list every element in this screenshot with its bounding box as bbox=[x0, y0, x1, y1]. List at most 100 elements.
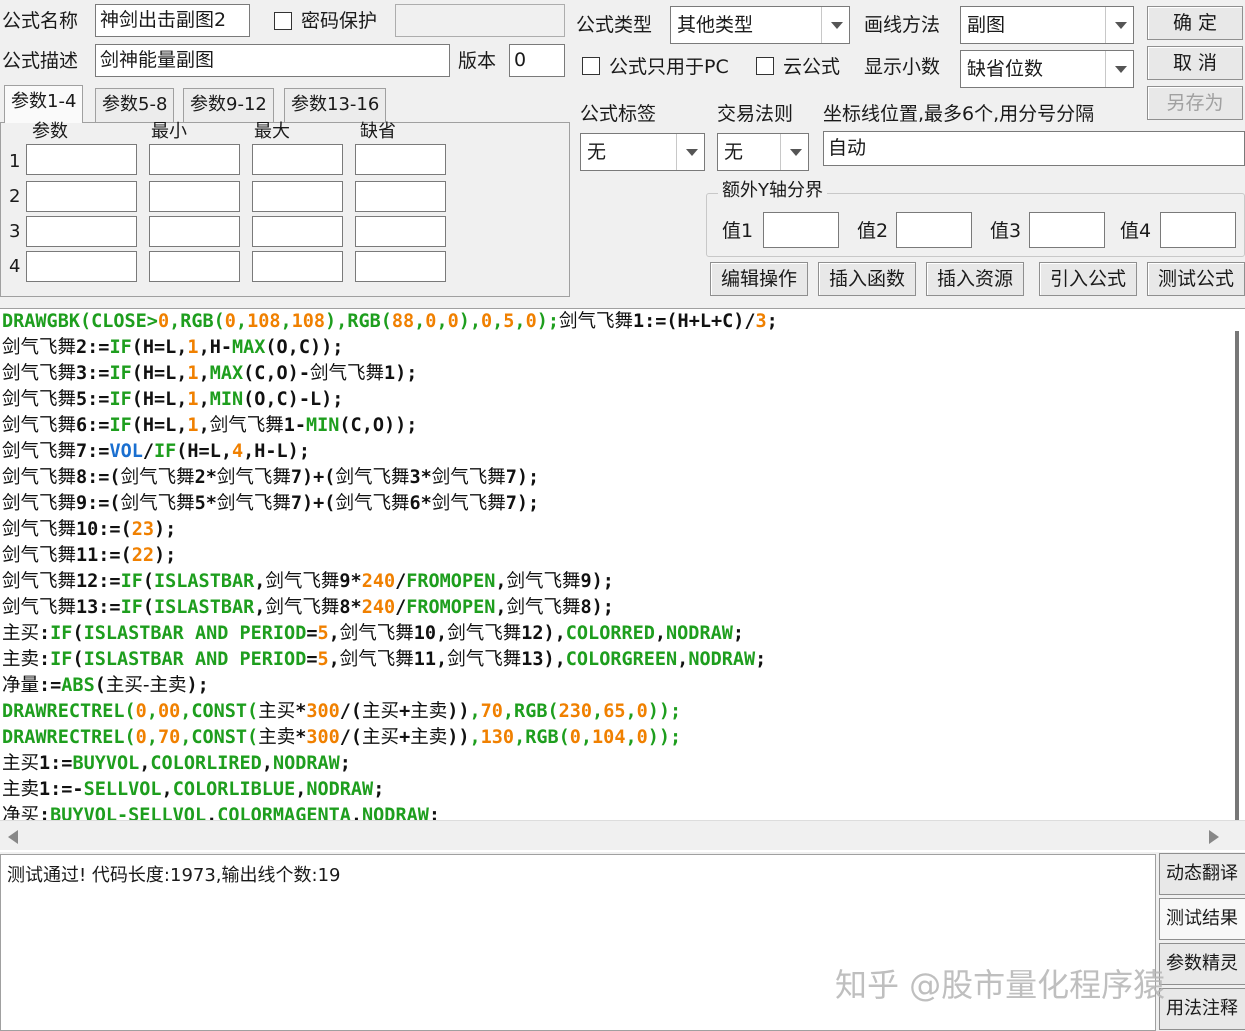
param-max-input[interactable] bbox=[252, 251, 343, 282]
code-token: , bbox=[139, 753, 151, 774]
param-name-input[interactable] bbox=[26, 181, 137, 212]
code-token: ( bbox=[142, 597, 154, 618]
tab-params-1-4[interactable]: 参数1-4 bbox=[4, 85, 84, 123]
code-line[interactable]: 剑气飞舞2:=IF(H=L,1,H-MAX(O,C)); bbox=[2, 335, 778, 361]
code-line[interactable]: DRAWRECTREL(0,00,CONST(主买*300/(主买+主卖)),7… bbox=[2, 699, 778, 725]
tab-params-9-12[interactable]: 参数9-12 bbox=[183, 88, 274, 122]
code-line[interactable]: 剑气飞舞12:=IF(ISLASTBAR,剑气飞舞9*240/FROMOPEN,… bbox=[2, 569, 778, 595]
param-min-input[interactable] bbox=[149, 216, 240, 247]
code-line[interactable]: 主卖:IF(ISLASTBAR AND PERIOD=5,剑气飞舞11,剑气飞舞… bbox=[2, 647, 778, 673]
insert-function-button[interactable]: 插入函数 bbox=[818, 262, 916, 296]
code-token: 300 bbox=[306, 727, 340, 748]
param-max-input[interactable] bbox=[252, 181, 343, 212]
code-token: ISLASTBAR AND PERIOD bbox=[83, 649, 307, 670]
usage-notes-button[interactable]: 用法注释 bbox=[1159, 988, 1245, 1030]
code-token: 剑气飞舞 bbox=[120, 467, 195, 488]
param-max-input[interactable] bbox=[252, 216, 343, 247]
param-wizard-button[interactable]: 参数精灵 bbox=[1159, 943, 1245, 985]
code-token: 剑气飞舞 bbox=[506, 597, 581, 618]
param-min-input[interactable] bbox=[149, 181, 240, 212]
code-line[interactable]: 主买1:=BUYVOL,COLORLIRED,NODRAW; bbox=[2, 751, 778, 777]
code-line[interactable]: DRAWGBK(CLOSE>0,RGB(0,108,108),RGB(88,0,… bbox=[2, 309, 778, 335]
value2-input[interactable] bbox=[896, 212, 972, 248]
param-name-input[interactable] bbox=[26, 251, 137, 282]
chevron-down-icon[interactable] bbox=[676, 134, 704, 170]
value1-input[interactable] bbox=[763, 212, 839, 248]
code-line[interactable]: 剑气飞舞13:=IF(ISLASTBAR,剑气飞舞8*240/FROMOPEN,… bbox=[2, 595, 778, 621]
axis-position-input[interactable]: 自动 bbox=[823, 131, 1245, 166]
vertical-scrollbar[interactable] bbox=[1235, 331, 1239, 821]
scroll-left-icon[interactable] bbox=[8, 830, 18, 844]
code-line[interactable]: 主卖1:=-SELLVOL,COLORLIBLUE,NODRAW; bbox=[2, 777, 778, 803]
param-max-input[interactable] bbox=[252, 144, 343, 175]
code-token: = bbox=[306, 649, 318, 670]
decimal-select[interactable]: 缺省位数 bbox=[960, 50, 1134, 88]
code-token: 剑气飞舞 bbox=[216, 493, 291, 514]
code-line[interactable]: 剑气飞舞8:=(剑气飞舞2*剑气飞舞7)+(剑气飞舞3*剑气飞舞7); bbox=[2, 465, 778, 491]
test-result-button[interactable]: 测试结果 bbox=[1159, 898, 1245, 940]
chevron-down-icon[interactable] bbox=[1105, 7, 1133, 43]
formula-name-label: 公式名称 bbox=[2, 10, 79, 32]
cloud-checkbox[interactable] bbox=[756, 57, 774, 75]
save-as-button[interactable]: 另存为 bbox=[1147, 86, 1243, 120]
formula-desc-input[interactable]: 剑神能量副图 bbox=[95, 44, 450, 77]
param-default-input[interactable] bbox=[355, 181, 446, 212]
code-line[interactable]: 剑气飞舞11:=(22); bbox=[2, 543, 778, 569]
code-line[interactable]: 剑气飞舞3:=IF(H=L,1,MAX(C,O)-剑气飞舞1); bbox=[2, 361, 778, 387]
param-default-input[interactable] bbox=[355, 144, 446, 175]
test-formula-button[interactable]: 测试公式 bbox=[1147, 262, 1245, 296]
value3-input[interactable] bbox=[1029, 212, 1105, 248]
code-line[interactable]: 剑气飞舞9:=(剑气飞舞5*剑气飞舞7)+(剑气飞舞6*剑气飞舞7); bbox=[2, 491, 778, 517]
param-min-input[interactable] bbox=[149, 251, 240, 282]
cancel-button[interactable]: 取 消 bbox=[1147, 46, 1243, 80]
tab-params-13-16[interactable]: 参数13-16 bbox=[284, 88, 387, 122]
code-line[interactable]: 剑气飞舞5:=IF(H=L,1,MIN(O,C)-L); bbox=[2, 387, 778, 413]
param-default-input[interactable] bbox=[355, 251, 446, 282]
horizontal-scrollbar[interactable] bbox=[0, 820, 1245, 850]
password-input[interactable] bbox=[395, 4, 565, 37]
code-line[interactable]: DRAWRECTREL(0,70,CONST(主卖*300/(主买+主卖)),1… bbox=[2, 725, 778, 751]
param-name-input[interactable] bbox=[26, 144, 137, 175]
code-line[interactable]: 主买:IF(ISLASTBAR AND PERIOD=5,剑气飞舞10,剑气飞舞… bbox=[2, 621, 778, 647]
pc-only-checkbox[interactable] bbox=[582, 57, 600, 75]
code-text[interactable]: DRAWGBK(CLOSE>0,RGB(0,108,108),RGB(88,0,… bbox=[2, 309, 778, 829]
code-token: 6:= bbox=[76, 415, 110, 436]
tab-params-5-8[interactable]: 参数5-8 bbox=[95, 88, 175, 122]
code-token: 5:= bbox=[76, 389, 110, 410]
code-token: ,CONST( bbox=[180, 701, 259, 722]
insert-resource-button[interactable]: 插入资源 bbox=[926, 262, 1024, 296]
chevron-down-icon[interactable] bbox=[821, 7, 849, 43]
code-token: ,H-L); bbox=[243, 441, 310, 462]
code-line[interactable]: 剑气飞舞10:=(23); bbox=[2, 517, 778, 543]
param-min-input[interactable] bbox=[149, 144, 240, 175]
dynamic-translate-button[interactable]: 动态翻译 bbox=[1159, 853, 1245, 895]
code-editor[interactable]: DRAWGBK(CLOSE>0,RGB(0,108,108),RGB(88,0,… bbox=[0, 308, 1245, 852]
formula-tag-select[interactable]: 无 bbox=[580, 133, 705, 171]
code-token: 1); bbox=[383, 363, 418, 384]
code-line[interactable]: 净量:=ABS(主买-主卖); bbox=[2, 673, 778, 699]
code-token: ); bbox=[186, 675, 209, 696]
chevron-down-icon[interactable] bbox=[780, 134, 808, 170]
code-token: FROMOPEN bbox=[406, 571, 496, 592]
version-input[interactable]: 0 bbox=[509, 44, 565, 77]
code-line[interactable]: 剑气飞舞7:=VOL/IF(H=L,4,H-L); bbox=[2, 439, 778, 465]
edit-ops-button[interactable]: 编辑操作 bbox=[710, 262, 808, 296]
chevron-down-icon[interactable] bbox=[1105, 51, 1133, 87]
value4-input[interactable] bbox=[1160, 212, 1236, 248]
trade-rule-select[interactable]: 无 bbox=[717, 133, 809, 171]
code-token: 240 bbox=[361, 571, 396, 592]
draw-method-select[interactable]: 副图 bbox=[960, 6, 1134, 44]
import-formula-button[interactable]: 引入公式 bbox=[1039, 262, 1137, 296]
param-default-input[interactable] bbox=[355, 216, 446, 247]
formula-type-select[interactable]: 其他类型 bbox=[670, 6, 850, 44]
scroll-right-icon[interactable] bbox=[1209, 830, 1219, 844]
code-token: 22 bbox=[131, 545, 154, 566]
ok-button[interactable]: 确 定 bbox=[1147, 6, 1243, 40]
code-token: 剑气飞舞 bbox=[265, 571, 340, 592]
code-token: 剑气飞舞 bbox=[339, 649, 414, 670]
param-name-input[interactable] bbox=[26, 216, 137, 247]
code-line[interactable]: 剑气飞舞6:=IF(H=L,1,剑气飞舞1-MIN(C,O)); bbox=[2, 413, 778, 439]
password-checkbox[interactable] bbox=[274, 12, 292, 30]
formula-name-input[interactable]: 神剑出击副图2 bbox=[95, 4, 250, 37]
code-token: ); bbox=[536, 311, 559, 332]
